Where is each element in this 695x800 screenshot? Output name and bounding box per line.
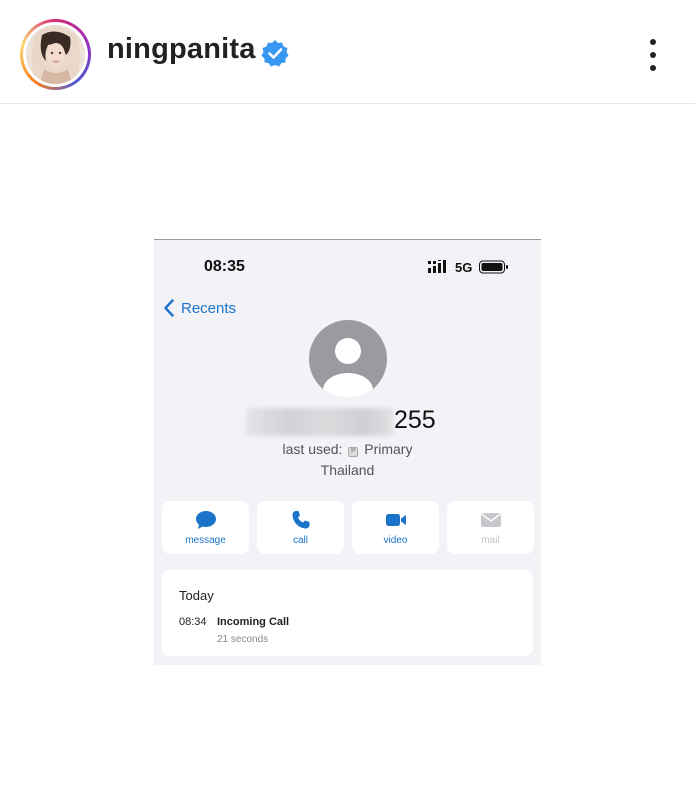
battery-icon xyxy=(479,260,508,274)
more-vertical-icon[interactable] xyxy=(644,38,662,72)
last-used-prefix: last used: xyxy=(282,441,343,457)
mail-icon xyxy=(480,512,501,527)
call-label: call xyxy=(292,534,308,546)
post-image-phone-screenshot: 08:35 5G Recents 255 last used: P Primar… xyxy=(154,239,541,665)
status-time: 08:35 xyxy=(204,258,245,275)
message-bubble-icon xyxy=(195,510,216,529)
sim-badge-icon: P xyxy=(348,447,359,457)
mail-label: mail xyxy=(481,534,500,546)
mail-button[interactable]: mail xyxy=(447,501,534,554)
video-button[interactable]: video xyxy=(352,501,439,554)
username[interactable]: ningpanita xyxy=(107,33,256,66)
avatar xyxy=(26,25,85,84)
message-button[interactable]: message xyxy=(162,501,249,554)
last-used-line: last used: P Primary xyxy=(154,441,541,457)
chevron-left-icon xyxy=(164,299,174,317)
phone-number: 255 xyxy=(246,406,446,436)
post-header: ningpanita xyxy=(0,0,695,104)
message-label: message xyxy=(185,534,226,546)
call-type: Incoming Call xyxy=(217,616,290,628)
verified-badge-icon xyxy=(261,40,289,67)
phone-number-suffix: 255 xyxy=(394,406,436,434)
blurred-number-prefix xyxy=(246,408,393,436)
video-label: video xyxy=(383,534,408,546)
call-history-card: Today 08:34 Incoming Call 21 seconds xyxy=(162,570,533,656)
back-button[interactable]: Recents xyxy=(164,297,236,319)
network-type: 5G xyxy=(455,260,473,275)
video-camera-icon xyxy=(385,513,406,526)
back-label: Recents xyxy=(181,299,237,317)
sim-label: Primary xyxy=(364,441,413,457)
story-ring[interactable] xyxy=(20,19,91,90)
phone-icon xyxy=(292,510,309,528)
contact-avatar-icon xyxy=(309,320,387,398)
call-duration: 21 seconds xyxy=(217,634,269,645)
contact-actions: message call video mail xyxy=(162,501,534,554)
history-title: Today xyxy=(179,588,214,603)
call-button[interactable]: call xyxy=(257,501,344,554)
country-label: Thailand xyxy=(320,462,375,478)
call-time: 08:34 xyxy=(179,616,207,628)
signal-bars-icon xyxy=(428,260,446,273)
